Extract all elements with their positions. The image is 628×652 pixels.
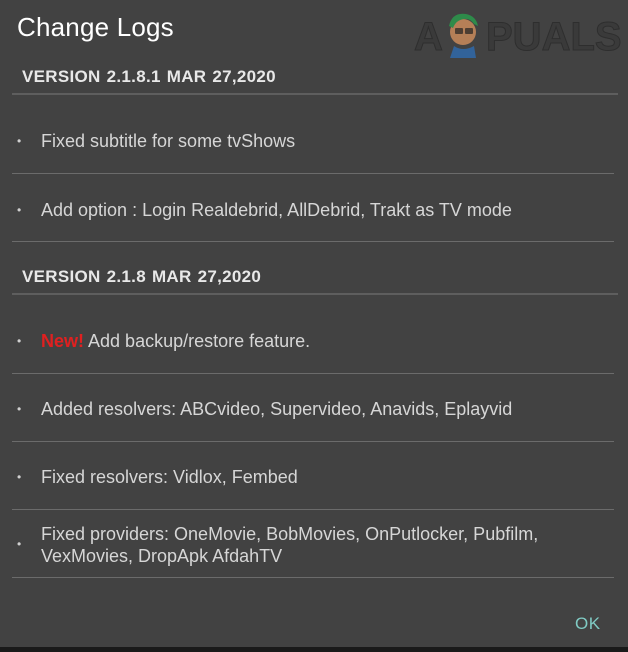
item-divider bbox=[12, 509, 614, 510]
list-item-text: Added resolvers: ABCvideo, Supervideo, A… bbox=[41, 399, 513, 419]
list-item-text: Add option : Login Realdebrid, AllDebrid… bbox=[41, 200, 512, 220]
watermark-letter-a: A bbox=[414, 15, 443, 58]
new-badge: New! bbox=[41, 331, 85, 351]
item-divider bbox=[12, 241, 614, 242]
list-item-text-body: Add backup/restore feature. bbox=[84, 331, 311, 351]
item-divider bbox=[12, 173, 614, 174]
dialog-title: Change Logs bbox=[17, 12, 174, 42]
list-item-text: Fixed resolvers: Vidlox, Fembed bbox=[41, 467, 298, 487]
bullet-icon: • bbox=[17, 470, 22, 484]
change-logs-dialog: Change Logs A PUALS VERSION 2.1.8.1 MAR … bbox=[0, 0, 628, 652]
item-divider bbox=[12, 577, 614, 578]
version-header-2-1-8-1: VERSION 2.1.8.1 MAR 27,2020 bbox=[22, 67, 276, 86]
bullet-icon: • bbox=[17, 537, 22, 551]
section-divider bbox=[12, 293, 618, 295]
section-divider bbox=[12, 93, 618, 95]
bullet-icon: • bbox=[17, 134, 22, 148]
item-divider bbox=[12, 373, 614, 374]
item-divider bbox=[12, 441, 614, 442]
version-header-2-1-8: VERSION 2.1.8 MAR 27,2020 bbox=[22, 267, 262, 286]
appuals-mascot-icon bbox=[449, 13, 478, 58]
bullet-icon: • bbox=[17, 334, 22, 348]
bullet-icon: • bbox=[17, 203, 22, 217]
watermark-letters-puals: PUALS bbox=[486, 15, 622, 58]
screen-bottom-edge bbox=[0, 647, 628, 652]
appuals-watermark-logo: A PUALS bbox=[414, 13, 622, 58]
bullet-icon: • bbox=[17, 402, 22, 416]
ok-button[interactable]: OK bbox=[575, 614, 601, 634]
list-item-text: Fixed providers: OneMovie, BobMovies, On… bbox=[41, 524, 539, 566]
list-item-text: Fixed subtitle for some tvShows bbox=[41, 131, 296, 151]
list-item-text: New! Add backup/restore feature. bbox=[41, 330, 601, 352]
